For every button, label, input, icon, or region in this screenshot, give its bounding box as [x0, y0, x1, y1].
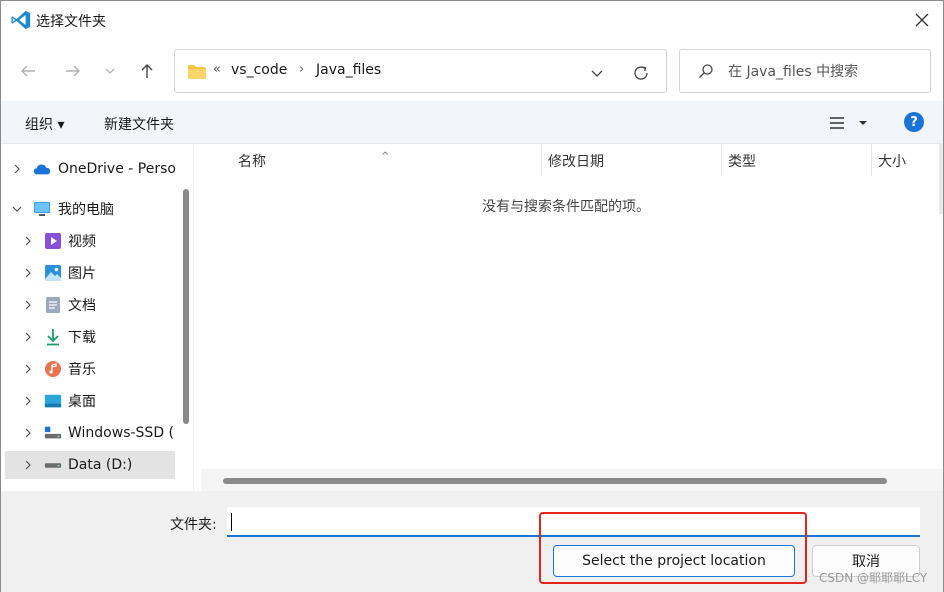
- vscode-logo-icon: [11, 10, 31, 30]
- address-bar[interactable]: « vs_code › Java_files: [174, 49, 667, 93]
- help-button[interactable]: ?: [904, 112, 924, 132]
- sidebar-item-videos[interactable]: 视频: [1, 227, 177, 255]
- chevron-down-icon: [591, 70, 603, 77]
- dialog-footer: 文件夹: Select the project location 取消 CSDN…: [1, 491, 943, 592]
- address-history-button[interactable]: [585, 62, 609, 84]
- sidebar-item-pictures[interactable]: 图片: [1, 259, 177, 287]
- sidebar-item-label: 下载: [68, 330, 96, 346]
- back-button[interactable]: [14, 57, 42, 85]
- search-box[interactable]: [679, 49, 931, 93]
- up-button[interactable]: [133, 57, 161, 85]
- drive-icon: [44, 456, 62, 474]
- folder-icon: [188, 65, 206, 79]
- recent-locations-button[interactable]: [98, 57, 122, 85]
- chevron-down-icon[interactable]: [11, 203, 23, 215]
- select-folder-button[interactable]: Select the project location: [553, 545, 795, 577]
- close-icon: [915, 13, 929, 27]
- watermark: CSDN @耶耶耶LCY: [819, 571, 928, 585]
- horizontal-scrollbar[interactable]: [223, 478, 887, 484]
- new-folder-button[interactable]: 新建文件夹: [104, 114, 174, 134]
- sidebar-item-data-drive[interactable]: Data (D:): [5, 451, 175, 479]
- arrow-left-icon: [21, 65, 35, 77]
- close-button[interactable]: [905, 5, 939, 35]
- sidebar-item-label: Data (D:): [68, 457, 133, 473]
- chevron-right-icon[interactable]: [22, 363, 34, 375]
- breadcrumb-separator-icon: ›: [299, 62, 305, 77]
- breadcrumb-java-files[interactable]: Java_files: [316, 62, 381, 78]
- sidebar-item-label: 文档: [68, 298, 96, 314]
- column-header-type[interactable]: 类型: [722, 144, 871, 176]
- view-options-button[interactable]: [827, 113, 873, 133]
- sidebar-scrollbar[interactable]: [183, 189, 189, 424]
- chevron-right-icon[interactable]: [22, 459, 34, 471]
- chevron-right-icon[interactable]: [11, 163, 23, 175]
- folder-picker-dialog: 选择文件夹 « vs_code › Java_files 在 Java_file…: [0, 0, 944, 592]
- forward-button[interactable]: [59, 57, 87, 85]
- drive-icon: [44, 424, 62, 442]
- monitor-icon: [33, 200, 51, 218]
- column-header-size[interactable]: 大小: [872, 144, 939, 176]
- sidebar-item-label: 音乐: [68, 362, 96, 378]
- arrow-up-icon: [141, 64, 153, 78]
- sidebar-item-this-pc[interactable]: 我的电脑: [1, 195, 177, 223]
- chevron-down-icon: [105, 68, 115, 74]
- empty-state-message: 没有与搜索条件匹配的项。: [482, 199, 650, 215]
- video-icon: [44, 232, 62, 250]
- column-header-name[interactable]: ^ 名称: [201, 144, 541, 176]
- refresh-icon: [634, 66, 648, 80]
- organize-menu[interactable]: 组织 ▾: [25, 114, 64, 134]
- sidebar-item-desktop[interactable]: 桌面: [1, 387, 177, 415]
- sidebar-item-label: 桌面: [68, 394, 96, 410]
- breadcrumb-vs-code[interactable]: vs_code: [231, 62, 287, 78]
- chevron-right-icon[interactable]: [22, 395, 34, 407]
- sidebar-item-onedrive[interactable]: OneDrive - Perso: [1, 155, 177, 183]
- sidebar-item-label: 视频: [68, 234, 96, 250]
- sidebar-item-label: 我的电脑: [58, 202, 114, 218]
- folder-field-label: 文件夹:: [170, 517, 217, 533]
- search-icon: [699, 64, 713, 78]
- sidebar-item-label: OneDrive - Perso: [58, 161, 176, 177]
- address-overflow[interactable]: «: [213, 62, 221, 77]
- sidebar-item-label: 图片: [68, 266, 96, 282]
- list-view-icon: [830, 117, 867, 129]
- music-icon: [44, 360, 62, 378]
- column-header-date-modified[interactable]: 修改日期: [542, 144, 721, 176]
- sort-ascending-icon: ^: [381, 151, 390, 162]
- download-icon: [44, 328, 62, 346]
- document-icon: [44, 296, 62, 314]
- text-caret: [231, 513, 232, 531]
- arrow-right-icon: [66, 65, 80, 77]
- title-bar: 选择文件夹: [1, 1, 943, 39]
- vertical-scrollbar[interactable]: [939, 144, 943, 214]
- picture-icon: [44, 264, 62, 282]
- sidebar-item-documents[interactable]: 文档: [1, 291, 177, 319]
- chevron-right-icon[interactable]: [22, 331, 34, 343]
- navigation-pane: OneDrive - Perso 我的电脑 视频 图片 文档 下载 音乐 桌面 …: [1, 144, 194, 491]
- sidebar-item-windows-ssd[interactable]: Windows-SSD (: [1, 419, 177, 447]
- chevron-right-icon[interactable]: [22, 299, 34, 311]
- sidebar-item-label: Windows-SSD (: [68, 425, 175, 441]
- command-bar: 组织 ▾ 新建文件夹 ?: [1, 101, 943, 144]
- chevron-right-icon[interactable]: [22, 427, 34, 439]
- file-list: ^ 名称 修改日期 类型 大小 没有与搜索条件匹配的项。: [201, 144, 943, 491]
- refresh-button[interactable]: [627, 60, 655, 86]
- search-input[interactable]: [728, 62, 924, 82]
- chevron-right-icon[interactable]: [22, 267, 34, 279]
- cloud-icon: [33, 160, 51, 178]
- chevron-right-icon[interactable]: [22, 235, 34, 247]
- sidebar-item-music[interactable]: 音乐: [1, 355, 177, 383]
- dialog-title: 选择文件夹: [36, 14, 106, 30]
- navigation-bar: « vs_code › Java_files: [1, 39, 943, 101]
- sidebar-item-downloads[interactable]: 下载: [1, 323, 177, 351]
- desktop-icon: [44, 392, 62, 410]
